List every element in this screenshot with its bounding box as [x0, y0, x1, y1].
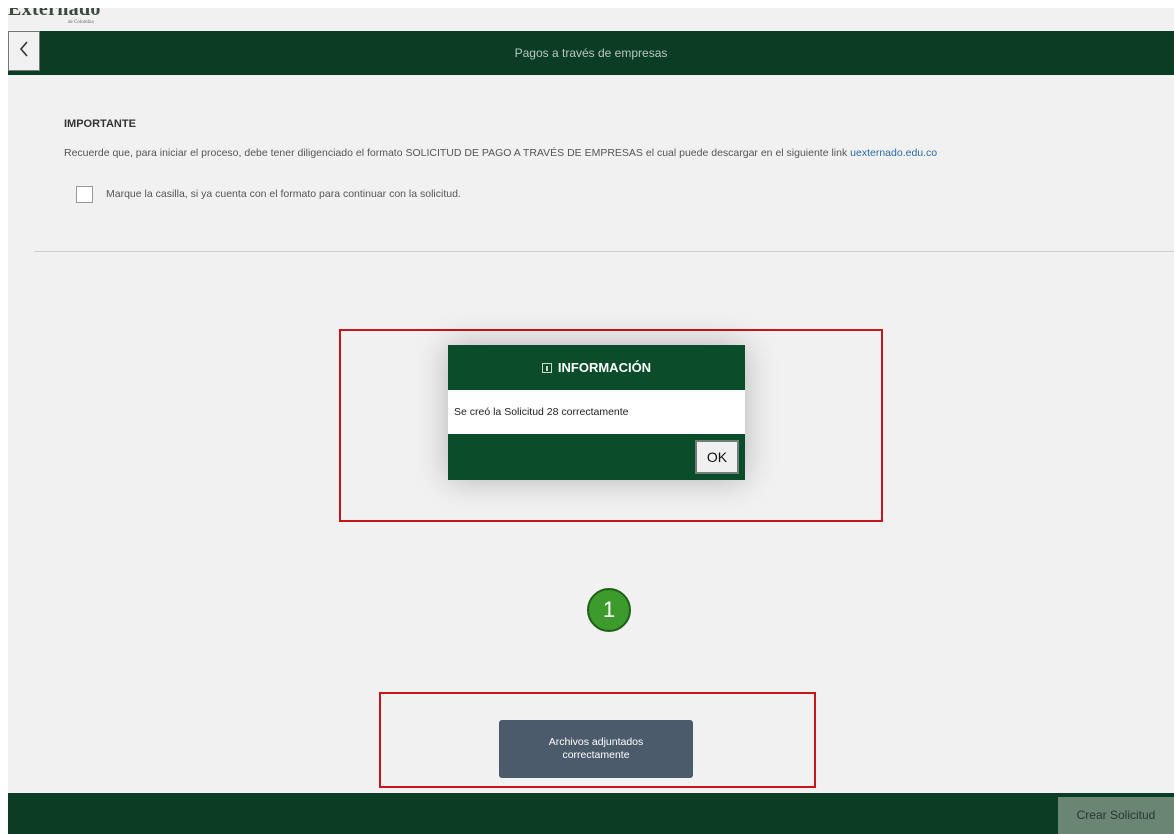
dialog-body: Se creó la Solicitud 28 correctamente [448, 390, 745, 434]
info-dialog: INFORMACIÓN Se creó la Solicitud 28 corr… [448, 345, 745, 480]
page-header: Pagos a través de empresas [8, 31, 1174, 75]
notice-body: Recuerde que, para iniciar el proceso, d… [64, 147, 851, 159]
format-checkbox[interactable] [76, 186, 93, 203]
chevron-left-icon [19, 40, 29, 62]
create-request-button[interactable]: Crear Solicitud [1058, 797, 1174, 834]
notice-text: Recuerde que, para iniciar el proceso, d… [64, 147, 1164, 159]
brand-subtitle: de Colombia [68, 20, 94, 25]
ok-button[interactable]: OK [695, 440, 739, 474]
app-window: Externado de Colombia Pagos a través de … [8, 8, 1174, 834]
download-link[interactable]: uexternado.edu.co [850, 147, 937, 159]
back-button[interactable] [8, 31, 40, 71]
step-number-badge: 1 [587, 588, 631, 632]
toast-message: Archivos adjuntados correctamente [548, 736, 644, 761]
dialog-title: INFORMACIÓN [448, 345, 745, 390]
page-footer [8, 793, 1174, 834]
dialog-message: Se creó la Solicitud 28 correctamente [454, 406, 629, 418]
checkbox-label: Marque la casilla, si ya cuenta con el f… [106, 188, 461, 200]
page-title: Pagos a través de empresas [514, 46, 668, 60]
section-divider [34, 251, 1174, 252]
section-title: IMPORTANTE [64, 118, 136, 130]
dialog-title-text: INFORMACIÓN [557, 360, 652, 375]
toast-notification: Archivos adjuntados correctamente [499, 720, 693, 778]
info-icon [541, 363, 552, 373]
